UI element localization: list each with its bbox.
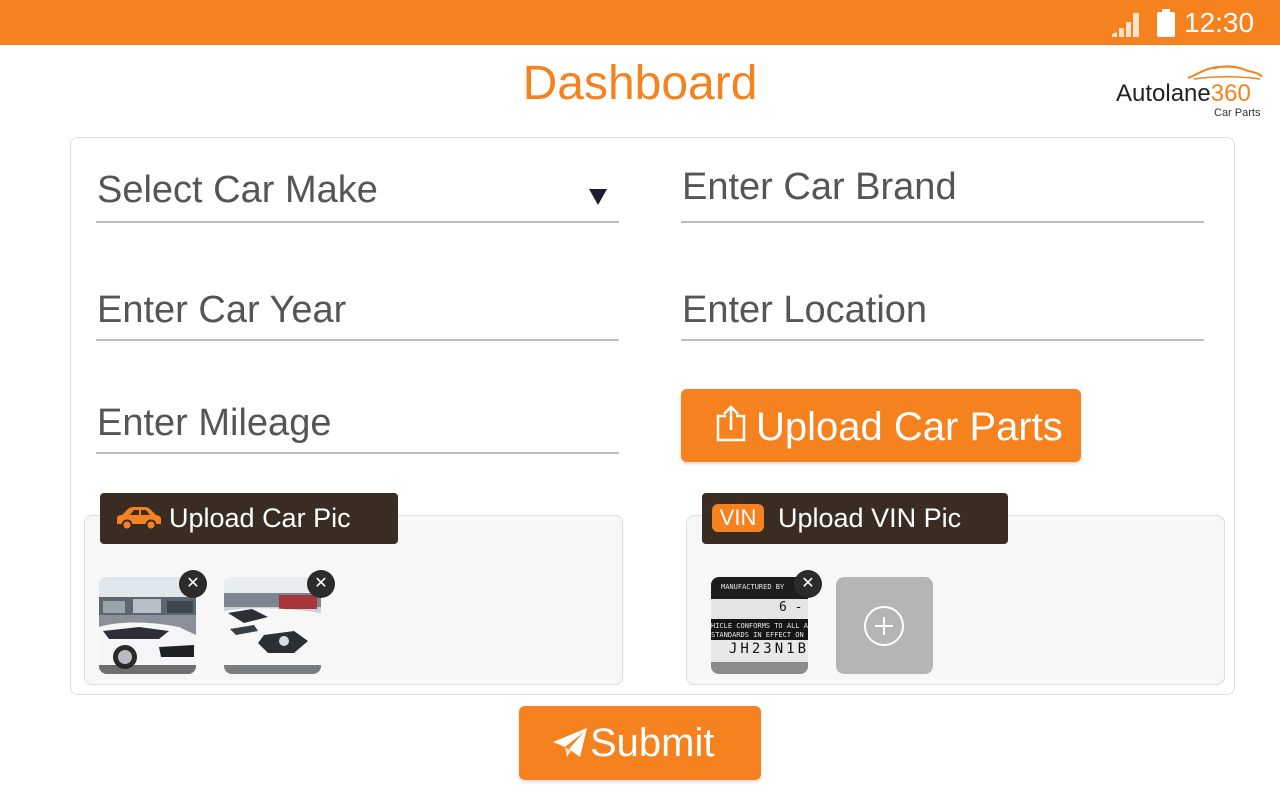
status-bar: 12:30 xyxy=(0,0,1280,45)
add-circle-icon xyxy=(864,606,904,646)
car-brand-field[interactable]: Enter Car Brand xyxy=(681,137,1204,223)
submit-label: Submit xyxy=(590,721,715,765)
page-title: Dashboard xyxy=(522,57,758,110)
mileage-field[interactable]: Enter Mileage xyxy=(96,368,619,454)
logo-name-number: 360 xyxy=(1210,80,1251,107)
remove-car-photo-2-button[interactable]: ✕ xyxy=(307,570,335,598)
mileage-placeholder: Enter Mileage xyxy=(97,402,332,444)
vin-text-line3: HICLE CONFORMS TO ALL APPLIC xyxy=(711,622,808,630)
signal-icon xyxy=(1112,13,1139,37)
logo-name-prefix: Autolane xyxy=(1116,80,1211,107)
upload-icon xyxy=(716,405,746,442)
remove-car-photo-1-button[interactable]: ✕ xyxy=(179,570,207,598)
car-silhouette-icon xyxy=(1187,65,1263,80)
paper-plane-icon xyxy=(553,728,587,757)
car-make-select[interactable]: Select Car Make xyxy=(96,137,619,223)
car-year-placeholder: Enter Car Year xyxy=(97,289,347,331)
vin-text-line5: JH23N1B xyxy=(729,641,808,657)
vin-badge-icon: VIN xyxy=(712,504,764,532)
battery-icon xyxy=(1157,9,1175,37)
car-icon xyxy=(117,507,161,530)
status-time: 12:30 xyxy=(1184,7,1255,38)
add-vin-photo-button[interactable] xyxy=(836,577,933,674)
vin-text-line1: MANUFACTURED BY xyxy=(721,583,785,591)
car-make-placeholder: Select Car Make xyxy=(97,169,378,211)
car-brand-placeholder: Enter Car Brand xyxy=(682,166,957,208)
location-field[interactable]: Enter Location xyxy=(681,255,1204,341)
upload-car-parts-button[interactable]: Upload Car Parts xyxy=(681,389,1081,462)
car-photo-2[interactable] xyxy=(224,577,321,674)
logo-wordmark: Autolane360 xyxy=(1116,80,1251,108)
car-year-field[interactable]: Enter Car Year xyxy=(96,255,619,341)
brand-logo: Autolane360 Car Parts xyxy=(1112,62,1267,122)
vin-text-line4: STANDARDS IN EFFECT ON THE DA xyxy=(711,631,808,639)
upload-vin-pic-label: Upload VIN Pic xyxy=(778,503,962,533)
vin-label-photo[interactable]: MANUFACTURED BY 6 - 7 HICLE CONFORMS TO … xyxy=(711,577,808,674)
submit-button[interactable]: Submit xyxy=(519,706,761,780)
upload-car-pic-tab[interactable]: Upload Car Pic xyxy=(100,493,398,544)
vin-text-line2: 6 - 7 xyxy=(779,600,808,615)
location-placeholder: Enter Location xyxy=(682,289,928,331)
upload-car-parts-label: Upload Car Parts xyxy=(756,405,1063,449)
dropdown-caret-icon[interactable] xyxy=(589,189,607,205)
upload-vin-pic-tab[interactable]: VIN Upload VIN Pic xyxy=(702,493,1008,544)
logo-tagline: Car Parts xyxy=(1214,107,1261,119)
upload-car-pic-label: Upload Car Pic xyxy=(169,503,351,533)
remove-vin-photo-button[interactable]: ✕ xyxy=(794,570,822,598)
